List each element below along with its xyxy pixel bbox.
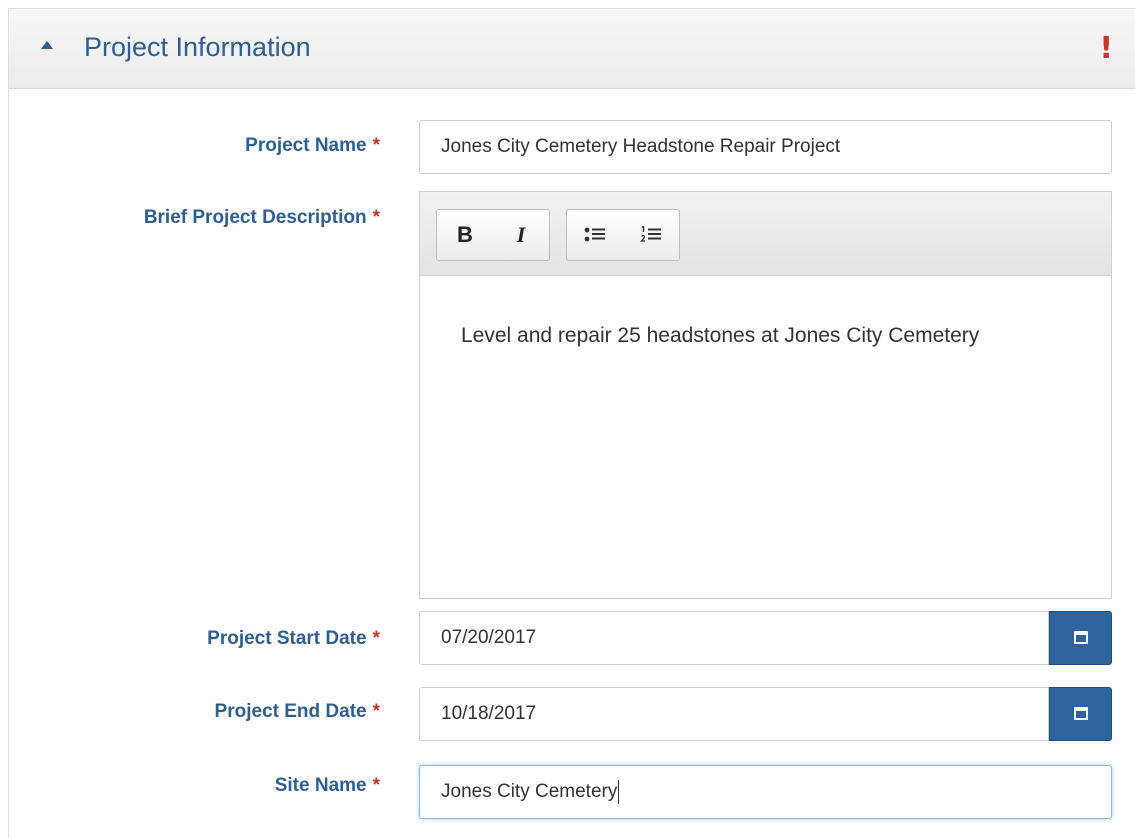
bold-button[interactable]: B	[437, 210, 493, 260]
start-date-input[interactable]: 07/20/2017	[419, 611, 1049, 665]
bold-icon: B	[457, 222, 473, 247]
site-name-input[interactable]: Jones City Cemetery	[419, 765, 1112, 819]
panel-title: Project Information	[84, 32, 311, 62]
site-name-label: Site Name *	[275, 775, 380, 797]
exclamation-icon: !	[1099, 31, 1113, 66]
site-name-value: Jones City Cemetery	[441, 781, 618, 802]
start-date-label-text: Project Start Date	[207, 628, 367, 649]
list-button-group	[566, 209, 680, 261]
required-marker: *	[372, 207, 380, 228]
italic-button[interactable]: I	[493, 210, 549, 260]
text-caret	[618, 779, 620, 804]
end-date-input[interactable]: 10/18/2017	[419, 687, 1049, 741]
calendar-icon	[1074, 707, 1088, 720]
start-date-calendar-button[interactable]	[1049, 611, 1112, 665]
numbered-list-icon	[640, 226, 661, 242]
panel-header[interactable]: Project Information !	[9, 9, 1135, 89]
required-marker: *	[372, 135, 380, 156]
description-label-text: Brief Project Description	[143, 207, 367, 228]
end-date-label-text: Project End Date	[214, 701, 367, 722]
italic-icon: I	[516, 222, 526, 247]
caret-up-icon[interactable]	[41, 41, 53, 49]
start-date-label: Project Start Date *	[207, 628, 380, 650]
required-marker: *	[372, 628, 380, 649]
required-marker: *	[372, 775, 380, 796]
end-date-calendar-button[interactable]	[1049, 687, 1112, 741]
numbered-list-button[interactable]	[623, 210, 679, 260]
editor-toolbar: B I	[420, 192, 1111, 276]
description-label: Brief Project Description *	[144, 207, 380, 229]
required-marker: *	[372, 701, 380, 722]
project-name-label: Project Name *	[245, 135, 380, 157]
site-name-label-text: Site Name	[274, 775, 367, 796]
calendar-icon	[1074, 631, 1088, 644]
project-name-input[interactable]: Jones City Cemetery Headstone Repair Pro…	[419, 120, 1112, 174]
bullet-list-icon	[584, 227, 605, 242]
description-editor[interactable]: B I Level and repair 25 headstones at Jo…	[419, 191, 1112, 599]
project-name-value: Jones City Cemetery Headstone Repair Pro…	[441, 136, 841, 157]
format-button-group: B I	[436, 209, 550, 261]
end-date-value: 10/18/2017	[441, 703, 537, 724]
end-date-label: Project End Date *	[215, 701, 380, 723]
project-name-label-text: Project Name	[245, 135, 367, 156]
bullet-list-button[interactable]	[567, 210, 623, 260]
description-text[interactable]: Level and repair 25 headstones at Jones …	[461, 316, 1041, 355]
start-date-value: 07/20/2017	[441, 627, 537, 648]
project-information-panel: Project Information ! Project Name * Jone…	[8, 8, 1135, 838]
